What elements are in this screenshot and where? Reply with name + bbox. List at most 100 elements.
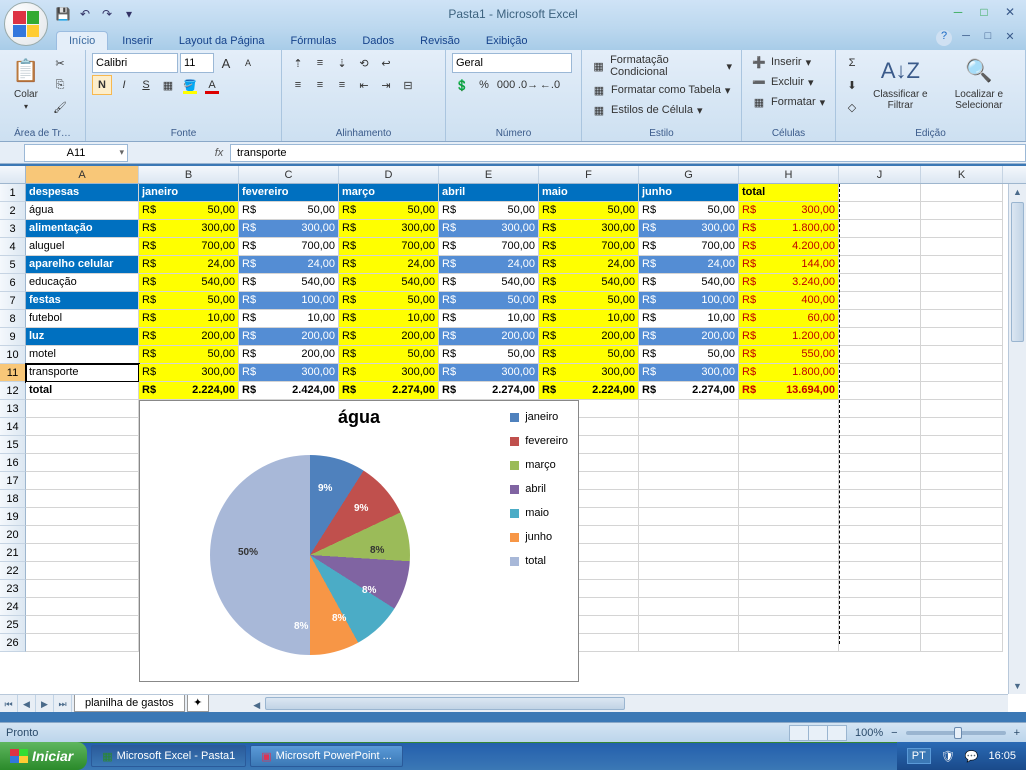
indent-increase-icon[interactable]: ⇥: [376, 75, 396, 95]
cell[interactable]: [639, 634, 739, 652]
data-cell[interactable]: R$24,00: [339, 256, 439, 274]
cell[interactable]: [921, 238, 1003, 256]
cell[interactable]: [921, 400, 1003, 418]
zoom-out-icon[interactable]: −: [891, 727, 897, 739]
total-cell[interactable]: R$13.694,00: [739, 382, 839, 400]
sheet-nav-last-icon[interactable]: ⏭: [54, 695, 72, 713]
cell[interactable]: [26, 436, 139, 454]
paste-button[interactable]: 📋Colar▾: [6, 53, 46, 113]
cell[interactable]: [921, 436, 1003, 454]
cell[interactable]: [639, 472, 739, 490]
data-cell[interactable]: R$24,00: [139, 256, 239, 274]
cell[interactable]: [639, 490, 739, 508]
header-cell[interactable]: junho: [639, 184, 739, 202]
undo-icon[interactable]: ↶: [76, 5, 94, 23]
cell[interactable]: [921, 616, 1003, 634]
cell[interactable]: [839, 274, 921, 292]
data-cell[interactable]: R$200,00: [439, 328, 539, 346]
cell[interactable]: [839, 220, 921, 238]
cell[interactable]: [839, 292, 921, 310]
total-cell[interactable]: R$60,00: [739, 310, 839, 328]
data-cell[interactable]: R$300,00: [539, 364, 639, 382]
merge-center-icon[interactable]: ⊟: [398, 75, 418, 95]
maximize-button[interactable]: □: [974, 4, 994, 20]
cell[interactable]: [921, 346, 1003, 364]
data-cell[interactable]: R$50,00: [139, 292, 239, 310]
data-cell[interactable]: R$200,00: [239, 328, 339, 346]
data-cell[interactable]: R$300,00: [139, 364, 239, 382]
font-color-button[interactable]: A: [202, 75, 222, 95]
tray-icon[interactable]: 🛡: [941, 750, 955, 763]
cell[interactable]: [921, 472, 1003, 490]
format-cells-button[interactable]: ▦Formatar ▾: [748, 93, 829, 111]
cell[interactable]: [921, 598, 1003, 616]
cell[interactable]: [739, 616, 839, 634]
taskbar-powerpoint[interactable]: ▣Microsoft PowerPoint ...: [250, 745, 403, 767]
tab-formulas[interactable]: Fórmulas: [279, 32, 349, 50]
redo-icon[interactable]: ↷: [98, 5, 116, 23]
qat-dropdown-icon[interactable]: ▾: [120, 5, 138, 23]
cell[interactable]: [26, 472, 139, 490]
cell[interactable]: [921, 292, 1003, 310]
clock[interactable]: 16:05: [988, 750, 1016, 762]
data-cell[interactable]: R$300,00: [639, 364, 739, 382]
autosum-icon[interactable]: Σ: [842, 53, 862, 73]
align-bottom-icon[interactable]: ⇣: [332, 53, 352, 73]
data-cell[interactable]: R$50,00: [639, 346, 739, 364]
header-cell[interactable]: março: [339, 184, 439, 202]
cell[interactable]: [839, 490, 921, 508]
data-cell[interactable]: R$300,00: [439, 364, 539, 382]
chart-object[interactable]: água 9% 9% 8% 8% 8% 8% 50% janeirofevere…: [139, 400, 579, 682]
cell[interactable]: [639, 598, 739, 616]
data-cell[interactable]: R$2.424,00: [239, 382, 339, 400]
cell[interactable]: [921, 508, 1003, 526]
data-cell[interactable]: R$10,00: [339, 310, 439, 328]
cell[interactable]: [739, 508, 839, 526]
data-cell[interactable]: R$10,00: [439, 310, 539, 328]
language-indicator[interactable]: PT: [907, 748, 931, 764]
data-cell[interactable]: R$2.274,00: [439, 382, 539, 400]
col-header-J[interactable]: J: [839, 166, 921, 183]
border-button[interactable]: ▦: [158, 75, 178, 95]
cell[interactable]: [921, 274, 1003, 292]
workbook-close-icon[interactable]: ✕: [1002, 30, 1018, 46]
cell[interactable]: [639, 418, 739, 436]
workbook-restore-icon[interactable]: □: [980, 30, 996, 46]
header-cell[interactable]: maio: [539, 184, 639, 202]
cell[interactable]: [921, 544, 1003, 562]
cell[interactable]: [639, 436, 739, 454]
data-cell[interactable]: R$50,00: [339, 346, 439, 364]
cell[interactable]: [26, 526, 139, 544]
data-cell[interactable]: R$700,00: [439, 238, 539, 256]
currency-icon[interactable]: 💲: [452, 75, 472, 95]
save-icon[interactable]: 💾: [54, 5, 72, 23]
col-header-B[interactable]: B: [139, 166, 239, 183]
cell[interactable]: [639, 580, 739, 598]
cell[interactable]: [839, 616, 921, 634]
bold-button[interactable]: N: [92, 75, 112, 95]
row-label-cell[interactable]: motel: [26, 346, 139, 364]
data-cell[interactable]: R$540,00: [639, 274, 739, 292]
data-cell[interactable]: R$540,00: [339, 274, 439, 292]
sheet-nav-next-icon[interactable]: ▶: [36, 695, 54, 713]
decrease-decimal-icon[interactable]: ←.0: [540, 75, 560, 95]
fill-icon[interactable]: ⬇: [842, 75, 862, 95]
scroll-down-icon[interactable]: ▼: [1009, 678, 1026, 694]
page-layout-view-icon[interactable]: [808, 725, 828, 741]
cell[interactable]: [639, 544, 739, 562]
cell[interactable]: [639, 454, 739, 472]
clear-icon[interactable]: ◇: [842, 97, 862, 117]
cell[interactable]: [26, 616, 139, 634]
tab-inserir[interactable]: Inserir: [110, 32, 165, 50]
cell[interactable]: [839, 526, 921, 544]
cell[interactable]: [739, 472, 839, 490]
cell[interactable]: [921, 382, 1003, 400]
data-cell[interactable]: R$200,00: [639, 328, 739, 346]
tab-revisao[interactable]: Revisão: [408, 32, 472, 50]
header-cell[interactable]: fevereiro: [239, 184, 339, 202]
cell[interactable]: [739, 544, 839, 562]
cell[interactable]: [839, 256, 921, 274]
cell[interactable]: [921, 310, 1003, 328]
cell[interactable]: [639, 526, 739, 544]
delete-cells-button[interactable]: ➖Excluir ▾: [748, 73, 829, 91]
